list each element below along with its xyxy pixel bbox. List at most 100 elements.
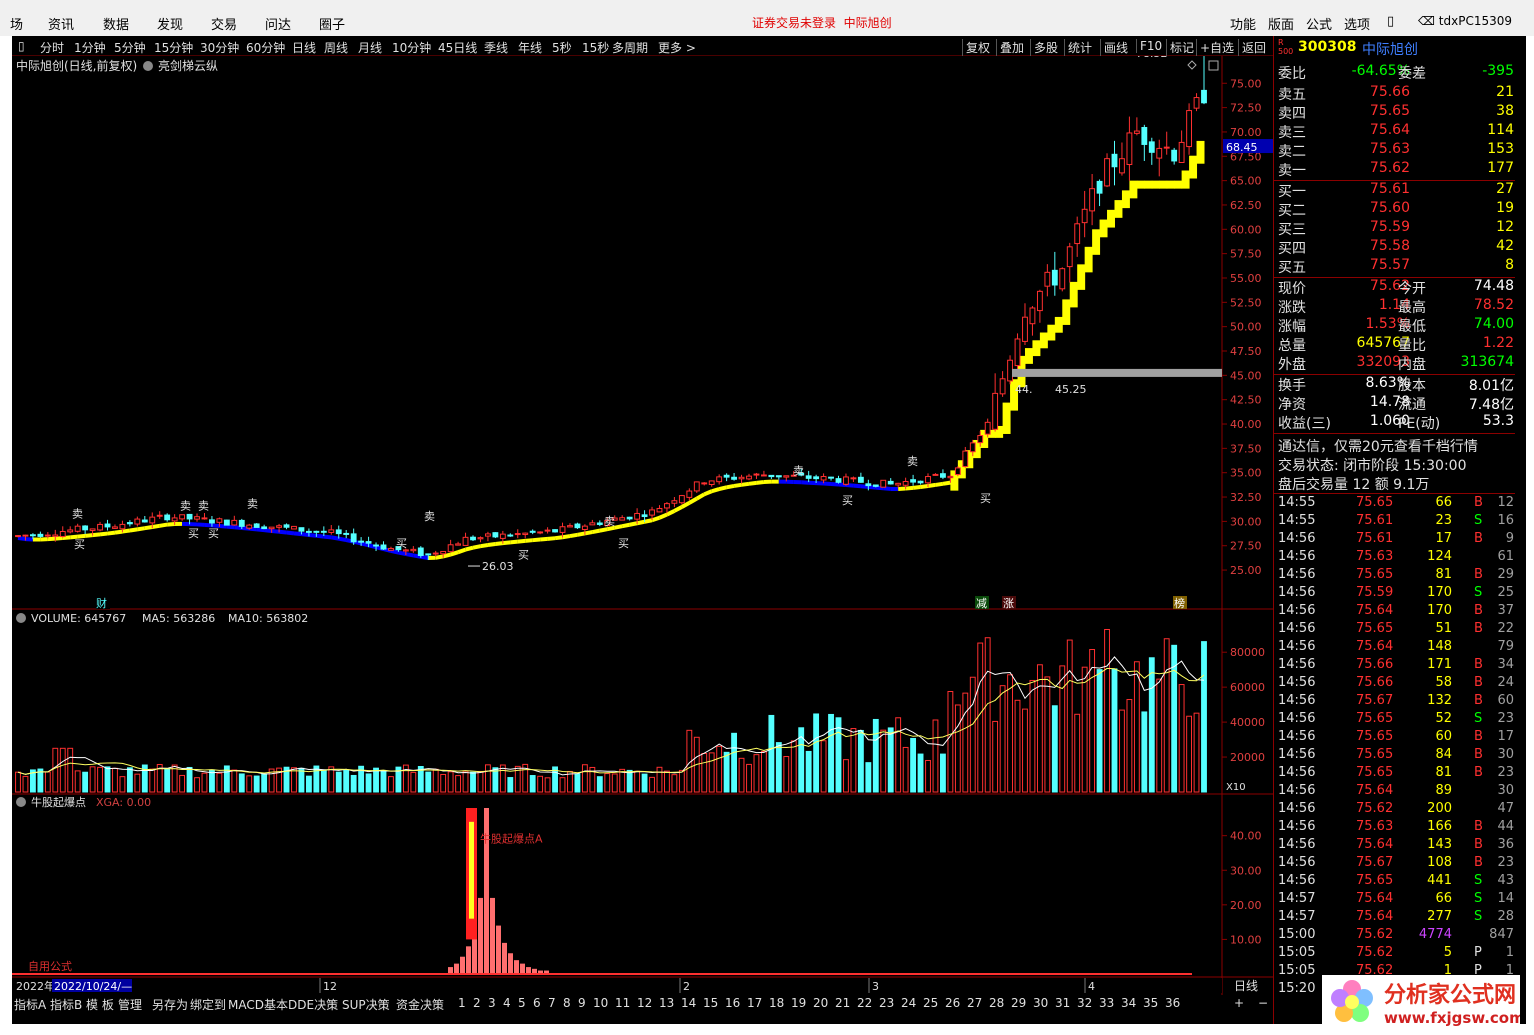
login-notice[interactable]: 证券交易未登录 中际旭创 — [752, 14, 892, 31]
period-tab-11[interactable]: 季线 — [484, 39, 508, 56]
bottom-number-tab-10[interactable]: 11 — [615, 996, 630, 1010]
bottom-number-tab-18[interactable]: 19 — [791, 996, 806, 1010]
bottom-number-tab-23[interactable]: 24 — [901, 996, 916, 1010]
menu-item-formula[interactable]: 公式 — [1306, 14, 1332, 33]
period-tab-16[interactable]: 更多 > — [658, 39, 696, 56]
bottom-tab-5[interactable]: 绑定到 — [190, 996, 226, 1013]
tool-button-3[interactable]: 统计 — [1064, 39, 1092, 56]
menu-item-trade[interactable]: 交易 — [211, 14, 237, 33]
bottom-number-tab-5[interactable]: 6 — [533, 996, 541, 1010]
zoom-in-button[interactable]: + — [1234, 996, 1244, 1010]
bottom-tab-9[interactable]: 资金决策 — [396, 996, 444, 1013]
period-tab-8[interactable]: 月线 — [358, 39, 382, 56]
period-tab-6[interactable]: 日线 — [292, 39, 316, 56]
menu-item-data[interactable]: 数据 — [103, 14, 129, 33]
bottom-number-tab-4[interactable]: 5 — [518, 996, 526, 1010]
bottom-tab-3[interactable]: 管理 — [118, 996, 142, 1013]
period-tab-1[interactable]: 1分钟 — [74, 39, 106, 56]
bottom-number-tab-19[interactable]: 20 — [813, 996, 828, 1010]
bottom-tab-6[interactable]: MACD基本 — [228, 996, 288, 1013]
bottom-number-tab-0[interactable]: 1 — [458, 996, 466, 1010]
period-tab-0[interactable]: 分时 — [40, 39, 64, 56]
bottom-number-tab-26[interactable]: 27 — [967, 996, 982, 1010]
bottom-number-tab-24[interactable]: 25 — [923, 996, 938, 1010]
menu-item-layout[interactable]: 版面 — [1268, 14, 1294, 33]
bottom-number-tab-20[interactable]: 21 — [835, 996, 850, 1010]
bottom-number-tab-7[interactable]: 8 — [563, 996, 571, 1010]
menu-item-market[interactable]: 场 — [10, 14, 23, 33]
ask-row: 卖三 75.64 114 — [1278, 122, 1514, 141]
bottom-number-tab-16[interactable]: 17 — [747, 996, 762, 1010]
menu-item-circle[interactable]: 圈子 — [319, 14, 345, 33]
tool-button-8[interactable]: 返回 — [1238, 39, 1266, 56]
bottom-number-tab-29[interactable]: 30 — [1033, 996, 1048, 1010]
bottom-number-tab-1[interactable]: 2 — [473, 996, 481, 1010]
bottom-number-tab-25[interactable]: 26 — [945, 996, 960, 1010]
volume-bar — [380, 770, 387, 793]
period-tab-15[interactable]: 多周期 — [612, 39, 648, 56]
period-tab-9[interactable]: 10分钟 — [392, 39, 431, 56]
menu-item-news[interactable]: 资讯 — [48, 14, 74, 33]
period-tab-12[interactable]: 年线 — [518, 39, 542, 56]
period-tab-4[interactable]: 30分钟 — [200, 39, 239, 56]
period-tab-5[interactable]: 60分钟 — [246, 39, 285, 56]
ladder-step — [1121, 190, 1130, 209]
gap-band — [1012, 368, 1222, 377]
period-tab-13[interactable]: 5秒 — [552, 39, 572, 56]
bottom-tab-1[interactable]: 指标B — [50, 996, 82, 1013]
tool-button-2[interactable]: 多股 — [1030, 39, 1058, 56]
bottom-number-tab-31[interactable]: 32 — [1077, 996, 1092, 1010]
bottom-number-tab-30[interactable]: 31 — [1055, 996, 1070, 1010]
bottom-number-tab-17[interactable]: 18 — [769, 996, 784, 1010]
period-tab-14[interactable]: 15秒 — [582, 39, 609, 56]
bottom-number-tab-6[interactable]: 7 — [548, 996, 556, 1010]
volume-bar — [126, 767, 133, 793]
bottom-number-tab-12[interactable]: 13 — [659, 996, 674, 1010]
bottom-number-tab-8[interactable]: 9 — [578, 996, 586, 1010]
bottom-tab-8[interactable]: SUP决策 — [342, 996, 390, 1013]
tool-button-6[interactable]: 标记 — [1166, 39, 1194, 56]
layout-toggle-icon[interactable]: ▯ — [18, 39, 25, 53]
menu-item-options[interactable]: 选项 — [1344, 14, 1370, 33]
period-tab-3[interactable]: 15分钟 — [154, 39, 193, 56]
bottom-number-tab-15[interactable]: 16 — [725, 996, 740, 1010]
bottom-number-tab-28[interactable]: 29 — [1011, 996, 1026, 1010]
bottom-tab-0[interactable]: 指标A — [14, 996, 46, 1013]
bottom-number-tab-33[interactable]: 34 — [1121, 996, 1136, 1010]
bottom-tab-2[interactable]: 模 板 — [86, 996, 114, 1013]
bottom-number-tab-32[interactable]: 33 — [1099, 996, 1114, 1010]
volume-bar — [865, 762, 872, 793]
period-tab-2[interactable]: 5分钟 — [114, 39, 146, 56]
tool-button-4[interactable]: 画线 — [1100, 39, 1128, 56]
tool-button-7[interactable]: +自选 — [1196, 39, 1234, 56]
upgrade-notice[interactable]: 通达信，仅需20元查看千档行情 — [1278, 436, 1478, 456]
volume-bar — [559, 777, 566, 793]
period-tab-10[interactable]: 45日线 — [438, 39, 477, 56]
bottom-number-tab-2[interactable]: 3 — [488, 996, 496, 1010]
menu-item-wenda[interactable]: 问达 — [265, 14, 291, 33]
bottom-tab-4[interactable]: 另存为 — [152, 996, 188, 1013]
bottom-number-tab-27[interactable]: 28 — [989, 996, 1004, 1010]
bottom-number-tab-11[interactable]: 12 — [637, 996, 652, 1010]
bottom-number-tab-21[interactable]: 22 — [857, 996, 872, 1010]
bottom-number-tab-22[interactable]: 23 — [879, 996, 894, 1010]
bottom-number-tab-35[interactable]: 36 — [1165, 996, 1180, 1010]
bottom-number-tab-34[interactable]: 35 — [1143, 996, 1158, 1010]
bottom-tab-7[interactable]: DDE决策 — [288, 996, 338, 1013]
period-tab-7[interactable]: 周线 — [324, 39, 348, 56]
price-tick-label: 52.50 — [1230, 296, 1262, 309]
ladder-segment — [584, 530, 593, 536]
tool-button-1[interactable]: 叠加 — [996, 39, 1024, 56]
window-icon[interactable]: ▯ — [1387, 14, 1394, 29]
bottom-number-tab-13[interactable]: 14 — [681, 996, 696, 1010]
tool-button-5[interactable]: F10 — [1136, 39, 1162, 53]
bottom-number-tab-3[interactable]: 4 — [503, 996, 511, 1010]
candle-body — [1051, 269, 1058, 286]
menu-item-function[interactable]: 功能 — [1230, 14, 1256, 33]
bottom-number-tab-14[interactable]: 15 — [703, 996, 718, 1010]
zoom-out-button[interactable]: − — [1258, 996, 1268, 1010]
volume-bar — [656, 766, 663, 793]
menu-item-discover[interactable]: 发现 — [157, 14, 183, 33]
tool-button-0[interactable]: 复权 — [962, 39, 990, 56]
bottom-number-tab-9[interactable]: 10 — [593, 996, 608, 1010]
